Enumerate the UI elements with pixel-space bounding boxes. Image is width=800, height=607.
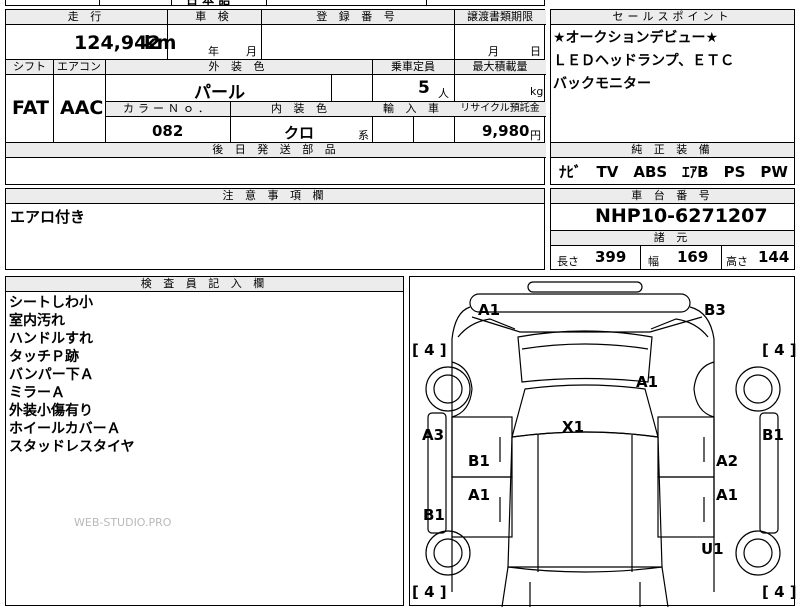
shift-header: シフト [6,60,53,75]
top-strip: 日 本 語 [5,0,545,7]
chassis-header: 車 台 番 号 [551,189,794,204]
sales-point-3: バックモニター [553,76,651,92]
transfer-month-unit: 月 [488,45,499,58]
mileage-unit: km [144,32,177,54]
damage-left-quarter: B1 [423,506,445,524]
capacity-unit: 人 [438,87,449,100]
spec-height-value: 144 [758,248,790,266]
chassis-box: 車 台 番 号 NHP10-6271207 諸 元 長さ 399 幅 169 高… [550,188,795,270]
inspector-line-7: 外装小傷有り [9,403,93,419]
inspector-line-1: シートしわ小 [9,295,93,311]
damage-front-left: A1 [478,301,501,319]
inspector-header: 検 査 員 記 入 欄 [6,277,403,292]
spec-width-label: 幅 [648,255,659,268]
interior-color-unit: 系 [358,129,369,142]
transfer-day-unit: 日 [530,45,541,58]
damage-hood: A1 [636,373,659,391]
shift-value: FAT [12,97,49,119]
damage-windshield: X1 [562,418,585,436]
inspector-line-8: ホイールカバーＡ [9,421,121,437]
recycle-value: 9,980 [482,122,530,140]
exterior-color-header: 外 装 色 [105,60,372,75]
color-no-value: 082 [152,122,184,140]
spec-length-label: 長さ [557,255,579,268]
sales-point-1: ★オークションデビュー★ [553,30,719,46]
tire-rear-right: [ 4 ] [762,583,797,601]
inspector-line-2: 室内汚れ [9,313,65,329]
tire-rear-left: [ 4 ] [412,583,447,601]
damage-right-fender: B1 [762,426,784,444]
aircon-header: エアコン [53,60,105,75]
capacity-header: 乗車定員 [372,60,454,75]
damage-front-right: B3 [704,301,726,319]
interior-color-header: 内 装 色 [230,102,372,117]
import-header: 輸 入 車 [372,102,454,117]
spec-length-value: 399 [595,248,627,266]
genuine-equipment-value: ﾅﾋﾞ TV ABS ｴｱB PS PW [559,163,788,181]
tire-front-left: [ 4 ] [412,341,447,359]
delayed-parts-header: 後 日 発 送 部 品 [6,143,546,158]
spec-width-value: 169 [677,248,709,266]
inspection-year-unit: 年 [208,45,219,58]
inspector-box: 検 査 員 記 入 欄 シートしわ小 室内汚れ ハンドルすれ タッチＰ跡 バンパ… [5,276,404,606]
inspection-header: 車 検 [167,10,261,25]
damage-right-quarter: U1 [701,540,724,558]
registration-header: 登 録 番 号 [261,10,454,25]
interior-color-value: クロ [284,124,315,142]
spec-height-label: 高さ [726,255,748,268]
sales-points-header: セールスポイント [551,10,794,25]
recycle-header: リサイクル預託金 [454,102,546,117]
damage-left-fender: A3 [422,426,445,444]
max-load-unit: kg [530,85,544,98]
transfer-deadline-header: 譲渡書類期限 [454,10,546,25]
genuine-equipment-header: 純 正 装 備 [551,143,794,158]
inspector-line-3: ハンドルすれ [9,331,93,347]
watermark: WEB-STUDIO.PRO [74,516,172,529]
inspector-line-6: ミラーＡ [9,385,65,401]
inspector-line-4: タッチＰ跡 [9,349,79,365]
mileage-header: 走 行 [6,10,167,25]
exterior-color-value: パール [194,83,245,103]
notes-box: 注 意 事 項 欄 エアロ付き [5,188,545,270]
notes-header: 注 意 事 項 欄 [6,189,544,204]
chassis-value: NHP10-6271207 [595,205,768,227]
car-diagram [425,281,781,607]
damage-right-rear-door: A1 [716,486,739,504]
top-strip-title: 日 本 語 [186,0,231,7]
car-diagram-box: [ 4 ] [ 4 ] [ 4 ] [ 4 ] A1 B3 A1 X1 A3 B… [409,276,797,607]
sales-point-2: ＬＥＤヘッドランプ、ＥＴＣ [553,53,735,69]
notes-text: エアロ付き [10,208,86,226]
color-no-header: カラーＮｏ． [106,102,230,117]
inspector-line-9: スタッドレスタイヤ [9,439,135,455]
vehicle-info-grid: 走 行 車 検 登 録 番 号 譲渡書類期限 124,942 km 年 月 月 … [5,9,546,185]
capacity-value: 5 [418,78,430,98]
inspector-line-5: バンパー下Ａ [9,367,94,383]
damage-left-front-door: B1 [468,452,490,470]
tire-front-right: [ 4 ] [762,341,797,359]
specs-header: 諸 元 [551,231,794,246]
damage-right-front-door: A2 [716,452,739,470]
sales-points-box: セールスポイント ★オークションデビュー★ ＬＥＤヘッドランプ、ＥＴＣ バックモ… [550,9,795,185]
aircon-value: AAC [60,97,104,119]
max-load-header: 最大積載量 [454,60,546,75]
inspection-month-unit: 月 [246,45,257,58]
recycle-unit: 円 [530,129,541,142]
damage-left-rear-door: A1 [468,486,491,504]
